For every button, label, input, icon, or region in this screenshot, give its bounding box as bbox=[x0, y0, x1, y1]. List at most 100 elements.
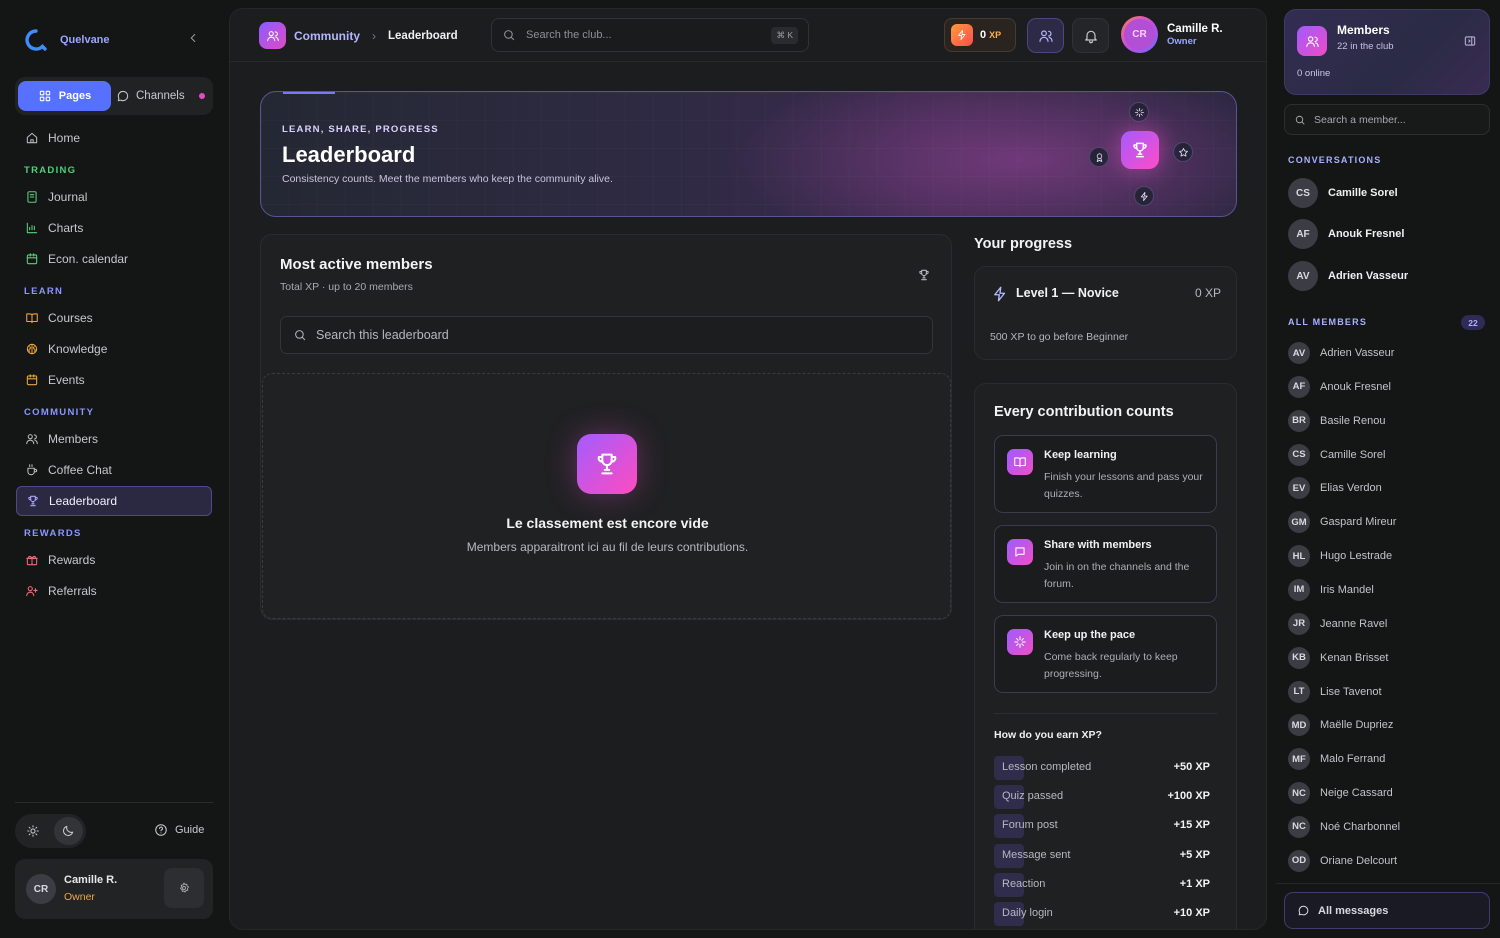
leaderboard-search-input[interactable] bbox=[316, 328, 920, 342]
conversations-heading: CONVERSATIONS bbox=[1288, 155, 1382, 165]
user-menu[interactable]: CR Camille R. Owner bbox=[1121, 16, 1223, 53]
empty-text: Members apparaitront ici au fil de leurs… bbox=[466, 540, 749, 554]
sidebar-item-coffee-chat[interactable]: Coffee Chat bbox=[16, 455, 212, 485]
hero-illustration bbox=[1081, 98, 1221, 213]
users-icon bbox=[1297, 26, 1327, 56]
sidebar-item-econ-calendar[interactable]: Econ. calendar bbox=[16, 244, 212, 274]
settings-button[interactable] bbox=[164, 868, 204, 908]
collapse-sidebar-button[interactable] bbox=[186, 31, 200, 45]
xp-badge[interactable]: 0 XP bbox=[944, 18, 1016, 52]
xp-rule-label: Reaction bbox=[1002, 878, 1046, 890]
member-item[interactable]: NC Noé Charbonnel bbox=[1288, 815, 1401, 838]
member-item[interactable]: GM Gaspard Mireur bbox=[1288, 511, 1396, 534]
members-count: 22 in the club bbox=[1337, 41, 1394, 52]
chat-icon bbox=[1298, 905, 1309, 916]
sidebar-item-knowledge[interactable]: Knowledge bbox=[16, 334, 212, 364]
search-icon bbox=[1295, 115, 1305, 124]
sidebar-item-referrals[interactable]: Referrals bbox=[16, 576, 212, 606]
channels-tab[interactable]: Channels bbox=[111, 89, 205, 103]
member-item[interactable]: LT Lise Tavenot bbox=[1288, 680, 1382, 703]
trophy-glyph bbox=[597, 453, 617, 475]
light-mode-button[interactable] bbox=[18, 817, 48, 845]
avatar: AV bbox=[1288, 261, 1318, 291]
user-card[interactable]: CR Camille R. Owner bbox=[15, 859, 213, 919]
member-item[interactable]: AF Anouk Fresnel bbox=[1288, 375, 1391, 398]
panel-right-icon bbox=[1464, 36, 1476, 46]
avatar: BR bbox=[1288, 409, 1310, 432]
tip-text: Join in on the channels and the forum. bbox=[1044, 561, 1190, 590]
dark-mode-button[interactable] bbox=[53, 817, 83, 845]
member-item[interactable]: KB Kenan Brisset bbox=[1288, 646, 1388, 669]
conversation-item[interactable]: AF Anouk Fresnel bbox=[1288, 219, 1404, 249]
sidebar-item-events[interactable]: Events bbox=[16, 365, 212, 395]
member-item[interactable]: OD Oriane Delcourt bbox=[1288, 849, 1398, 872]
users-icon bbox=[1038, 29, 1053, 42]
global-search-input[interactable] bbox=[526, 29, 762, 41]
member-name: Oriane Delcourt bbox=[1320, 854, 1398, 867]
all-messages-button[interactable]: All messages bbox=[1284, 892, 1490, 929]
member-name: Noé Charbonnel bbox=[1320, 820, 1401, 833]
sidebar-item-label: Home bbox=[48, 131, 81, 145]
search-icon bbox=[295, 330, 306, 341]
level-xp: 0 XP bbox=[1194, 286, 1221, 300]
member-search-input[interactable] bbox=[1314, 113, 1480, 126]
sidebar-item-courses[interactable]: Courses bbox=[16, 303, 212, 333]
users-icon bbox=[266, 30, 279, 41]
chart-icon bbox=[26, 222, 38, 234]
trophy-glyph bbox=[919, 269, 929, 281]
contribution-card: Every contribution counts Keep learning … bbox=[974, 383, 1237, 929]
avatar: CR bbox=[1121, 16, 1158, 53]
member-item[interactable]: IM Iris Mandel bbox=[1288, 578, 1374, 601]
conversation-item[interactable]: CS Camille Sorel bbox=[1288, 178, 1398, 208]
member-name: Maëlle Dupriez bbox=[1320, 719, 1394, 732]
members-panel-button[interactable] bbox=[1027, 18, 1064, 53]
page-title: Leaderboard bbox=[282, 142, 416, 167]
avatar: CS bbox=[1288, 443, 1310, 466]
guide-label: Guide bbox=[175, 824, 205, 836]
sidebar-item-members[interactable]: Members bbox=[16, 424, 212, 454]
brand-name: Quelvane bbox=[60, 34, 110, 46]
member-name: Lise Tavenot bbox=[1320, 685, 1382, 698]
member-item[interactable]: JR Jeanne Ravel bbox=[1288, 612, 1387, 635]
panel-toggle-button[interactable] bbox=[1463, 34, 1477, 48]
sidebar-item-journal[interactable]: Journal bbox=[16, 182, 212, 212]
sidebar-item-rewards[interactable]: Rewards bbox=[16, 545, 212, 575]
member-item[interactable]: BR Basile Renou bbox=[1288, 409, 1385, 432]
bolt-icon bbox=[994, 286, 1006, 302]
all-members-heading: ALL MEMBERS bbox=[1288, 317, 1368, 327]
sidebar-item-charts[interactable]: Charts bbox=[16, 213, 212, 243]
member-item[interactable]: NC Neige Cassard bbox=[1288, 782, 1393, 805]
xp-label: XP bbox=[989, 30, 1002, 40]
conversation-name: Anouk Fresnel bbox=[1328, 228, 1405, 240]
hero-accent-line bbox=[283, 92, 335, 94]
member-item[interactable]: MF Malo Ferrand bbox=[1288, 748, 1385, 771]
brand[interactable]: Quelvane bbox=[24, 28, 110, 52]
section-community: COMMUNITY bbox=[24, 407, 95, 418]
notifications-button[interactable] bbox=[1072, 18, 1109, 53]
calendar-icon bbox=[26, 374, 38, 386]
section-trading: TRADING bbox=[24, 165, 77, 176]
sidebar-item-home[interactable]: Home bbox=[16, 123, 212, 153]
xp-rule-value: +5 XP bbox=[1179, 849, 1210, 861]
guide-button[interactable]: Guide bbox=[154, 823, 204, 837]
member-item[interactable]: AV Adrien Vasseur bbox=[1288, 342, 1394, 364]
member-item[interactable]: CS Camille Sorel bbox=[1288, 443, 1386, 466]
conversation-item[interactable]: AV Adrien Vasseur bbox=[1288, 261, 1408, 291]
pages-tab[interactable]: Pages bbox=[18, 81, 111, 111]
left-sidebar: Quelvane Pages Channels Home TRADING Jou… bbox=[0, 0, 228, 938]
member-item[interactable]: EV Elias Verdon bbox=[1288, 477, 1382, 500]
member-item[interactable]: HL Hugo Lestrade bbox=[1288, 545, 1392, 568]
top-bar: Community › Leaderboard ⌘ K 0 XP CR Cami… bbox=[230, 9, 1266, 62]
members-panel: Members 22 in the club 0 online CONVERSA… bbox=[1276, 0, 1500, 938]
empty-title: Le classement est encore vide bbox=[506, 515, 709, 531]
member-name: Iris Mandel bbox=[1320, 583, 1374, 596]
breadcrumb-community[interactable]: Community bbox=[294, 29, 360, 43]
user-name: Camille R. bbox=[64, 874, 118, 886]
chat-icon bbox=[1007, 539, 1033, 565]
member-name: Camille Sorel bbox=[1320, 448, 1386, 461]
member-name: Neige Cassard bbox=[1320, 787, 1393, 800]
member-item[interactable]: MD Maëlle Dupriez bbox=[1288, 714, 1394, 737]
home-icon bbox=[26, 132, 38, 144]
sidebar-item-leaderboard[interactable]: Leaderboard bbox=[16, 486, 212, 516]
avatar: KB bbox=[1288, 646, 1310, 669]
